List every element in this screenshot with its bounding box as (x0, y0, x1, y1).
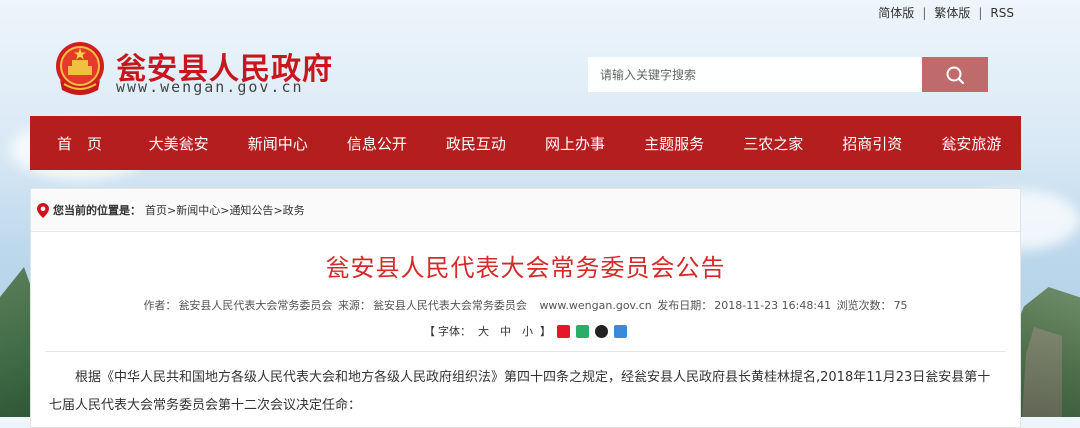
breadcrumb-home-link[interactable]: 首页 (145, 204, 167, 217)
nav-item-tourism[interactable]: 瓮安旅游 (922, 116, 1021, 170)
top-links: 简体版 | 繁体版 | RSS (878, 4, 1014, 21)
author-value: 瓮安县人民代表大会常务委员会 (178, 299, 333, 312)
font-small-button[interactable]: 小 (522, 323, 533, 339)
nav-item-home[interactable]: 首 页 (30, 116, 129, 170)
site-url: www.wengan.gov.cn (116, 78, 304, 96)
main-nav: 首 页 大美瓮安 新闻中心 信息公开 政民互动 网上办事 主题服务 三农之家 招… (30, 116, 1021, 170)
breadcrumb-separator: > (273, 204, 283, 217)
breadcrumb-trail: 首页>新闻中心>通知公告>政务 (145, 202, 305, 218)
bracket-close: 】 (540, 325, 551, 338)
separator: | (922, 5, 927, 20)
rss-link[interactable]: RSS (990, 6, 1014, 20)
bracket-open: 【 (424, 325, 435, 338)
views-label: 浏览次数： (836, 299, 892, 312)
wechat-share-icon[interactable] (576, 324, 589, 338)
author-label: 作者： (143, 299, 177, 312)
source-label: 来源： (337, 299, 371, 312)
font-medium-button[interactable]: 中 (500, 323, 511, 339)
qq-share-icon[interactable] (595, 324, 608, 338)
font-size-label: 字体： (438, 325, 471, 338)
separator: | (978, 5, 983, 20)
font-large-button[interactable]: 大 (478, 323, 489, 339)
nav-item-agriculture[interactable]: 三农之家 (724, 116, 823, 170)
breadcrumb-separator: > (167, 204, 177, 217)
breadcrumb-news-link[interactable]: 新闻中心 (176, 204, 220, 217)
nav-item-beautiful-wengan[interactable]: 大美瓮安 (129, 116, 228, 170)
nav-item-news-center[interactable]: 新闻中心 (228, 116, 327, 170)
article-tools: 【 字体： 大 中 小 】 (31, 323, 1020, 339)
divider (45, 351, 1006, 352)
breadcrumb-notices-link[interactable]: 通知公告 (229, 204, 273, 217)
nav-item-info-disclosure[interactable]: 信息公开 (327, 116, 426, 170)
breadcrumb-current-link[interactable]: 政务 (283, 204, 305, 217)
site-value: www.wengan.gov.cn (539, 299, 652, 312)
search-button[interactable] (922, 57, 988, 92)
traditional-chinese-link[interactable]: 繁体版 (934, 4, 970, 21)
search-icon (946, 66, 965, 84)
nav-item-online-services[interactable]: 网上办事 (525, 116, 624, 170)
article-meta: 作者： 瓮安县人民代表大会常务委员会 来源： 瓮安县人民代表大会常务委员会 www.… (31, 297, 1020, 313)
breadcrumb-label: 您当前的位置是： (53, 204, 141, 217)
content-panel: 您当前的位置是： 首页>新闻中心>通知公告>政务 瓮安县人民代表大会常务委员会公… (30, 188, 1021, 428)
location-pin-icon (37, 202, 49, 218)
breadcrumb: 您当前的位置是： 首页>新闻中心>通知公告>政务 (31, 189, 1020, 232)
national-emblem-icon (56, 42, 104, 95)
date-value: 2018-11-23 16:48:41 (714, 299, 832, 312)
source-value: 瓮安县人民代表大会常务委员会 (372, 299, 527, 312)
article-body: 根据《中华人民共和国地方各级人民代表大会和地方各级人民政府组织法》第四十四条之规… (49, 370, 991, 413)
nav-item-investment[interactable]: 招商引资 (823, 116, 922, 170)
views-value: 75 (893, 299, 908, 312)
weibo-share-icon[interactable] (557, 324, 570, 338)
simplified-chinese-link[interactable]: 简体版 (878, 4, 914, 21)
article-title: 瓮安县人民代表大会常务委员会公告 (325, 254, 726, 282)
nav-item-theme-services[interactable]: 主题服务 (625, 116, 724, 170)
search-input[interactable] (588, 57, 922, 92)
date-label: 发布日期： (657, 299, 713, 312)
nav-item-public-interaction[interactable]: 政民互动 (426, 116, 525, 170)
site-logo[interactable]: 瓮安县人民政府 www.wengan.gov.cn (54, 40, 354, 100)
more-share-icon[interactable] (614, 324, 627, 338)
search-bar (588, 57, 988, 92)
